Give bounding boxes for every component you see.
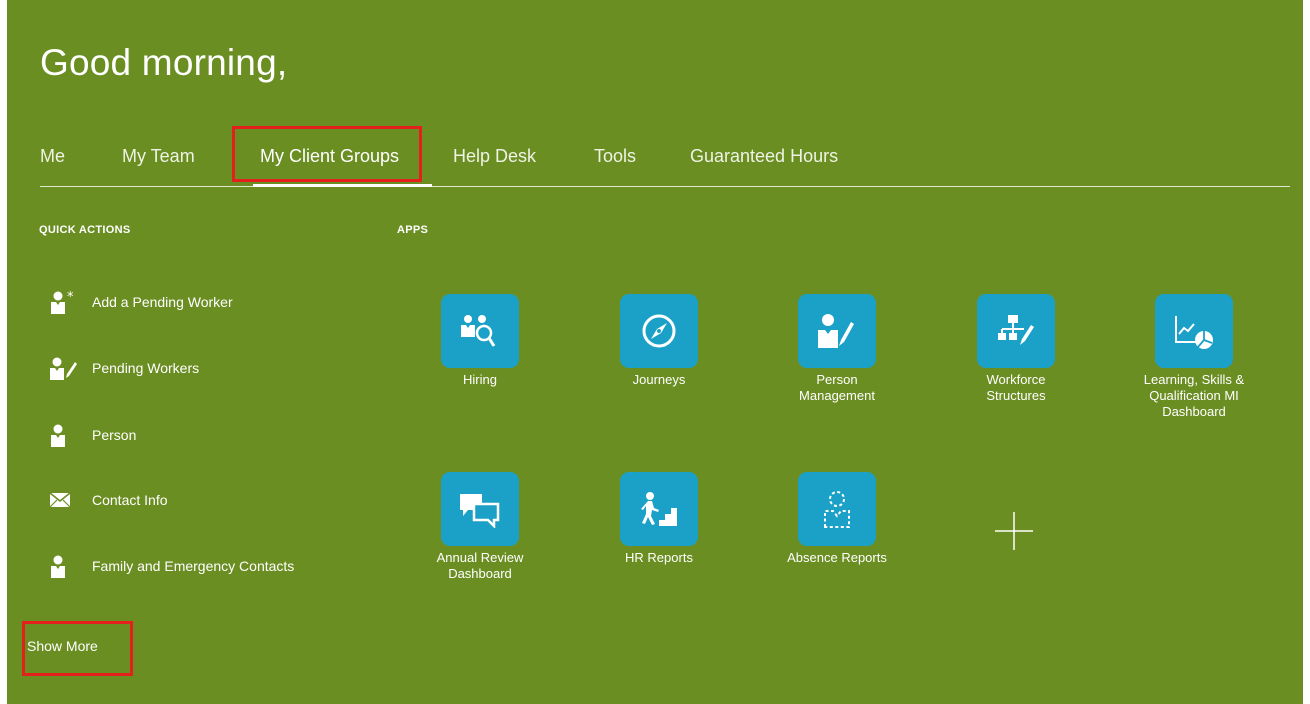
stairs-climber-icon: [620, 472, 698, 546]
quick-action-label: Add a Pending Worker: [92, 294, 233, 310]
add-app-button[interactable]: [991, 508, 1037, 554]
app-label: Journeys: [632, 372, 686, 387]
app-hr-reports[interactable]: HR Reports: [599, 472, 719, 566]
quick-action-pending-workers[interactable]: Pending Workers: [49, 354, 199, 382]
tab-help-desk[interactable]: Help Desk: [453, 146, 536, 167]
apps-heading: APPS: [397, 224, 429, 236]
quick-action-add-pending-worker[interactable]: * Add a Pending Worker: [49, 288, 233, 316]
plus-icon: [995, 512, 1033, 550]
app-label: HR Reports: [625, 550, 693, 565]
app-label: Person Management: [799, 372, 875, 403]
person-icon: [49, 423, 83, 447]
tab-my-client-groups[interactable]: My Client Groups: [260, 146, 399, 167]
org-chart-icon: [977, 294, 1055, 368]
compass-icon: [620, 294, 698, 368]
envelope-icon: [49, 488, 83, 512]
add-person-icon: *: [49, 290, 83, 314]
quick-action-contact-info[interactable]: Contact Info: [49, 486, 168, 514]
app-workforce-structures[interactable]: Workforce Structures: [956, 294, 1076, 404]
person-edit-icon: [798, 294, 876, 368]
quick-actions-heading: QUICK ACTIONS: [39, 224, 131, 236]
tab-guaranteed-hours[interactable]: Guaranteed Hours: [690, 146, 838, 167]
quick-action-family-emergency-contacts[interactable]: Family and Emergency Contacts: [49, 552, 294, 580]
person-edit-icon: [49, 356, 83, 380]
quick-action-label: Pending Workers: [92, 360, 200, 376]
tab-me[interactable]: Me: [40, 146, 65, 167]
app-person-management[interactable]: Person Management: [777, 294, 897, 404]
person-icon: [49, 554, 83, 578]
hiring-icon: [441, 294, 519, 368]
quick-action-label: Contact Info: [92, 492, 168, 508]
app-hiring[interactable]: Hiring: [420, 294, 540, 388]
app-learning-skills-dashboard[interactable]: Learning, Skills & Qualification MI Dash…: [1134, 294, 1254, 420]
quick-action-label: Person: [92, 427, 137, 443]
quick-action-label: Family and Emergency Contacts: [92, 558, 295, 574]
svg-text:*: *: [67, 290, 74, 305]
app-label: Learning, Skills & Qualification MI Dash…: [1143, 372, 1245, 419]
home-panel: Good morning, Me My Team My Client Group…: [7, 0, 1303, 704]
app-label: Absence Reports: [787, 550, 887, 565]
app-label: Hiring: [463, 372, 497, 387]
app-label: Annual Review Dashboard: [436, 550, 524, 581]
line-pie-chart-icon: [1155, 294, 1233, 368]
greeting-heading: Good morning,: [40, 42, 288, 83]
tab-tools[interactable]: Tools: [594, 146, 636, 167]
chat-bubbles-icon: [441, 472, 519, 546]
tab-my-team[interactable]: My Team: [122, 146, 195, 167]
app-label: Workforce Structures: [986, 372, 1046, 403]
tab-bar: Me My Team My Client Groups Help Desk To…: [40, 140, 1290, 187]
app-annual-review-dashboard[interactable]: Annual Review Dashboard: [420, 472, 540, 582]
app-journeys[interactable]: Journeys: [599, 294, 719, 388]
show-more-link[interactable]: Show More: [27, 638, 98, 654]
quick-action-person[interactable]: Person: [49, 421, 136, 449]
active-tab-indicator: [253, 184, 432, 187]
app-absence-reports[interactable]: Absence Reports: [777, 472, 897, 566]
dashed-person-icon: [798, 472, 876, 546]
